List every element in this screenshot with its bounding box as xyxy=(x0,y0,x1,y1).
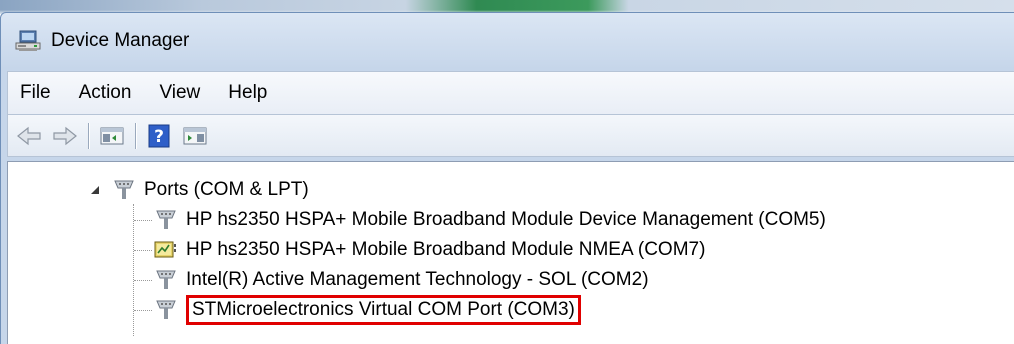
device-manager-window: Device Manager File Action View Help ? P… xyxy=(0,12,1014,344)
show-hide-console-tree-icon xyxy=(100,127,124,144)
device-tree-panel[interactable]: Ports (COM & LPT) HP hs2350 HSPA+ Mobile… xyxy=(7,161,1014,344)
tree-connector xyxy=(134,219,152,221)
tree-connector xyxy=(134,309,152,311)
device-label: HP hs2350 HSPA+ Mobile Broadband Module … xyxy=(186,239,706,260)
port-icon xyxy=(156,210,176,229)
menu-bar: File Action View Help xyxy=(7,71,1014,115)
show-hide-action-pane-icon xyxy=(183,127,207,144)
menu-action[interactable]: Action xyxy=(65,72,146,114)
tree-device-row[interactable]: Intel(R) Active Management Technology - … xyxy=(134,266,649,294)
tree-device-row[interactable]: HP hs2350 HSPA+ Mobile Broadband Module … xyxy=(134,206,826,234)
tree-connector xyxy=(134,249,152,251)
tree-device-row[interactable]: HP hs2350 HSPA+ Mobile Broadband Module … xyxy=(134,236,705,264)
toolbar: ? xyxy=(7,115,1014,157)
toolbar-separator xyxy=(135,122,136,149)
device-manager-icon xyxy=(15,30,41,51)
highlight-box: STMicroelectronics Virtual COM Port (COM… xyxy=(186,295,581,325)
menu-view[interactable]: View xyxy=(145,72,214,114)
toolbar-separator xyxy=(88,122,89,149)
help-icon: ? xyxy=(148,124,170,147)
title-bar[interactable]: Device Manager xyxy=(1,13,1014,69)
collapse-triangle-icon[interactable] xyxy=(88,183,102,197)
back-button[interactable] xyxy=(14,121,44,151)
forward-icon xyxy=(53,126,77,145)
port-icon xyxy=(114,180,134,199)
show-hide-action-pane-button[interactable] xyxy=(180,121,210,151)
menu-file[interactable]: File xyxy=(8,72,65,114)
port-icon xyxy=(156,270,176,289)
show-hide-console-tree-button[interactable] xyxy=(97,121,127,151)
port-icon xyxy=(156,300,176,319)
device-label: STMicroelectronics Virtual COM Port (COM… xyxy=(192,299,575,320)
forward-button[interactable] xyxy=(50,121,80,151)
window-title: Device Manager xyxy=(51,30,190,51)
tree-category-ports[interactable]: Ports (COM & LPT) xyxy=(88,176,309,204)
tree-connector xyxy=(134,279,152,281)
nmea-port-icon xyxy=(154,241,176,258)
back-icon xyxy=(17,126,41,145)
tree-category-label: Ports (COM & LPT) xyxy=(144,179,309,200)
device-label: Intel(R) Active Management Technology - … xyxy=(186,269,649,290)
device-label: HP hs2350 HSPA+ Mobile Broadband Module … xyxy=(186,209,826,230)
help-button[interactable]: ? xyxy=(144,121,174,151)
menu-help[interactable]: Help xyxy=(214,72,281,114)
svg-text:?: ? xyxy=(154,127,164,147)
tree-device-row-highlighted[interactable]: STMicroelectronics Virtual COM Port (COM… xyxy=(134,295,581,325)
